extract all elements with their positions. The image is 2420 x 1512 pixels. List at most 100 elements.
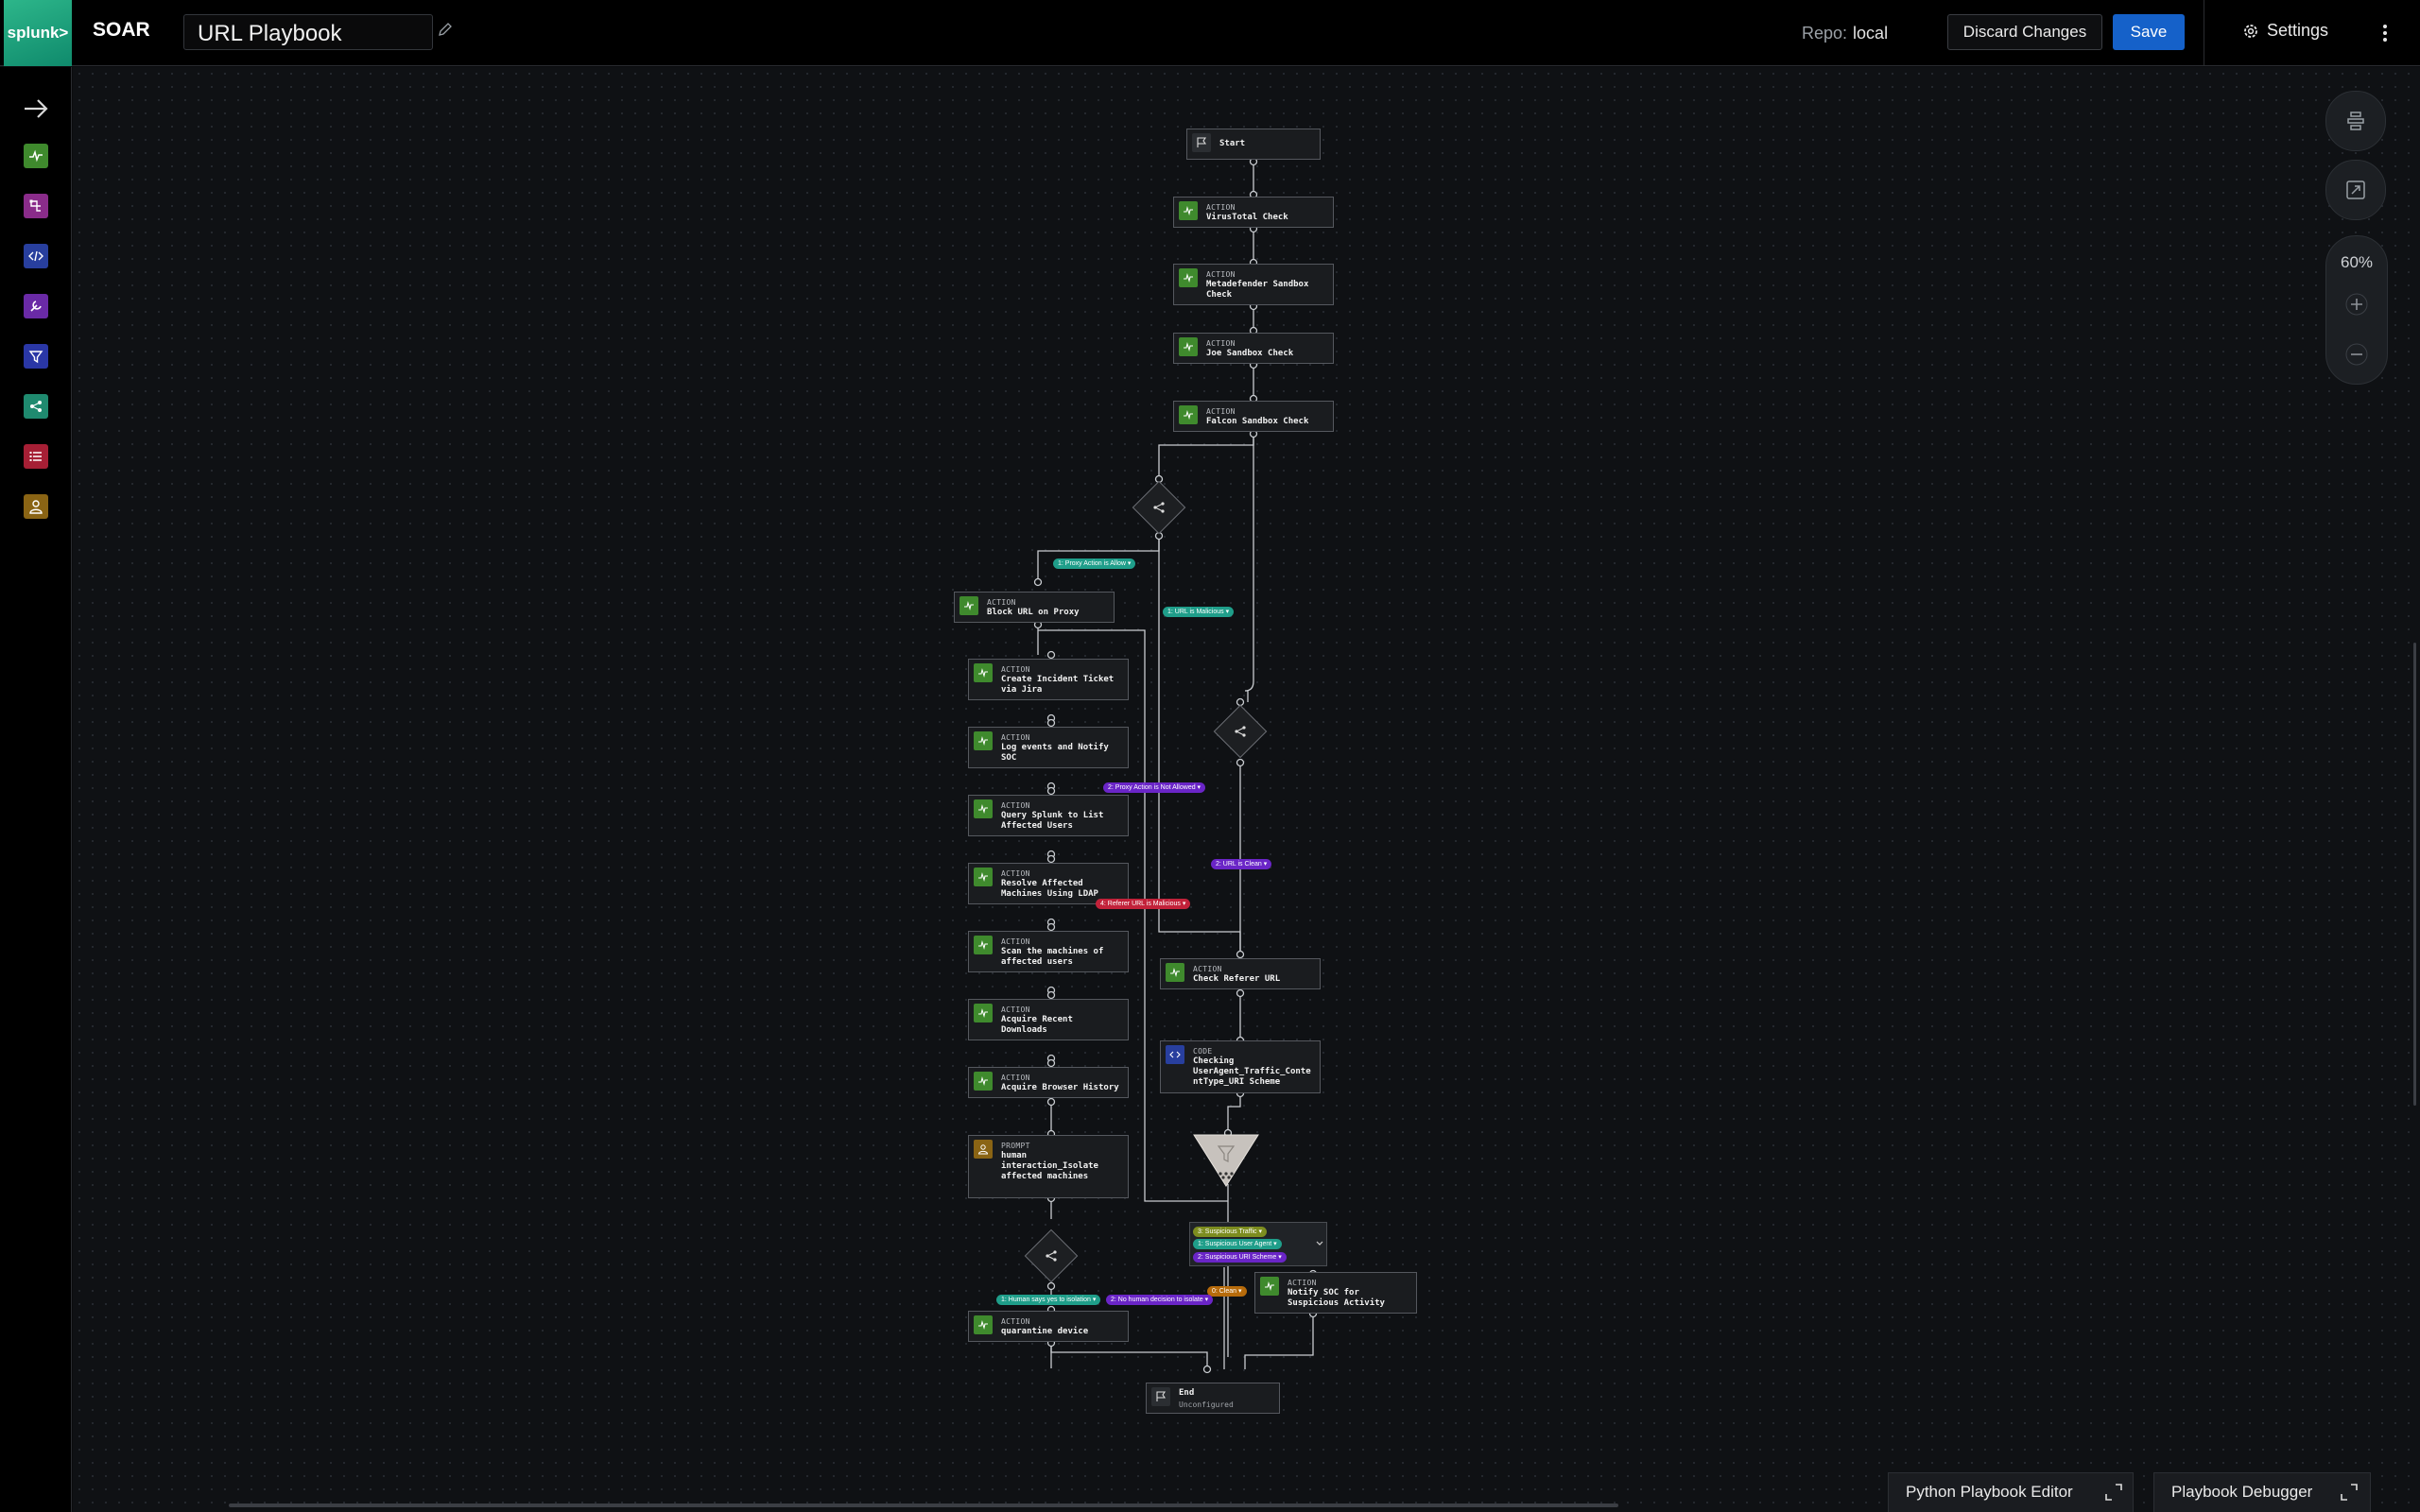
action-node-browser-history[interactable]: ACTION Acquire Browser History <box>968 1067 1129 1098</box>
filter-block-icon[interactable] <box>24 344 48 369</box>
action-icon <box>974 868 993 886</box>
python-editor-tab[interactable]: Python Playbook Editor <box>1888 1472 2134 1512</box>
condition-url-malicious[interactable]: 1: URL is Malicious ▾ <box>1163 607 1235 617</box>
horizontal-scrollbar[interactable] <box>229 1503 1618 1507</box>
zoom-out-icon[interactable] <box>2345 343 2368 366</box>
action-node-query-splunk[interactable]: ACTION Query Splunk to List Affected Use… <box>968 795 1129 836</box>
chevron-down-icon: ▾ <box>1271 1241 1277 1247</box>
action-icon <box>1179 268 1198 287</box>
condition-url-clean[interactable]: 2: URL is Clean ▾ <box>1211 859 1272 869</box>
action-node-quarantine[interactable]: ACTION quarantine device <box>968 1311 1129 1342</box>
expand-icon[interactable] <box>2104 1483 2123 1502</box>
start-label: Start <box>1219 139 1246 148</box>
condition-human-no[interactable]: 2: No human decision to isolate ▾ <box>1106 1295 1214 1305</box>
action-node-check-referer[interactable]: ACTION Check Referer URL <box>1160 958 1321 989</box>
more-options-icon[interactable] <box>2373 19 2397 47</box>
product-name: SOAR <box>93 19 150 41</box>
action-node-falcon-sandbox[interactable]: ACTION Falcon Sandbox Check <box>1173 401 1334 432</box>
save-button[interactable]: Save <box>2113 14 2185 50</box>
zoom-controls: 60% <box>2325 235 2388 385</box>
action-icon <box>959 596 978 615</box>
playbook-debugger-tab[interactable]: Playbook Debugger <box>2153 1472 2371 1512</box>
node-label: Scan the machines of affected users <box>1001 947 1104 967</box>
filter-node[interactable] <box>1192 1133 1260 1188</box>
node-type: ACTION <box>1001 733 1030 742</box>
prompt-block-icon[interactable] <box>24 494 48 519</box>
utility-block-icon[interactable] <box>24 294 48 318</box>
node-label: quarantine device <box>1001 1327 1089 1336</box>
expand-icon[interactable] <box>2340 1483 2359 1502</box>
node-type: ACTION <box>1001 937 1030 946</box>
chevron-down-icon[interactable] <box>1316 1241 1323 1246</box>
condition-suspicious-uri[interactable]: 2: Suspicious URI Scheme ▾ <box>1193 1252 1287 1263</box>
chevron-down-icon: ▾ <box>1276 1254 1282 1261</box>
chevron-down-icon: ▾ <box>1180 901 1186 907</box>
code-icon <box>1166 1045 1184 1064</box>
node-type: ACTION <box>1001 869 1030 878</box>
expand-arrow-icon[interactable] <box>22 96 50 121</box>
condition-suspicious-traffic[interactable]: 3: Suspicious Traffic ▾ <box>1193 1227 1267 1237</box>
condition-proxy-not-allowed[interactable]: 2: Proxy Action is Not Allowed ▾ <box>1103 782 1206 793</box>
action-icon <box>974 663 993 682</box>
node-type: ACTION <box>1001 1005 1030 1014</box>
node-type: ACTION <box>1001 1317 1030 1326</box>
list-block-icon[interactable] <box>24 444 48 469</box>
action-icon <box>1179 201 1198 220</box>
code-node-checking[interactable]: CODE Checking UserAgent_Traffic_Conte nt… <box>1160 1040 1321 1093</box>
action-node-joe-sandbox[interactable]: ACTION Joe Sandbox Check <box>1173 333 1334 364</box>
node-type: ACTION <box>1206 270 1236 279</box>
flag-icon <box>1192 133 1211 152</box>
zoom-in-icon[interactable] <box>2345 293 2368 316</box>
settings-button[interactable]: Settings <box>2242 21 2328 41</box>
action-node-notify-soc[interactable]: ACTION Notify SOC for Suspicious Activit… <box>1254 1272 1417 1314</box>
action-icon <box>974 1004 993 1022</box>
action-node-scan-machines[interactable]: ACTION Scan the machines of affected use… <box>968 931 1129 972</box>
action-node-block-url[interactable]: ACTION Block URL on Proxy <box>954 592 1115 623</box>
fit-screen-icon <box>2346 180 2365 199</box>
format-block-icon[interactable] <box>24 394 48 419</box>
condition-proxy-allow[interactable]: 1: Proxy Action is Allow ▾ <box>1053 558 1136 569</box>
end-node[interactable]: End Unconfigured <box>1146 1383 1280 1414</box>
chevron-down-icon: ▾ <box>1261 861 1268 868</box>
pencil-icon[interactable] <box>437 21 454 38</box>
zoom-level: 60% <box>2340 253 2374 271</box>
condition-suspicious-user-agent[interactable]: 1: Suspicious User Agent ▾ <box>1193 1239 1282 1249</box>
action-node-metadefender[interactable]: ACTION Metadefender Sandbox Check <box>1173 264 1334 305</box>
node-label: Checking UserAgent_Traffic_Conte ntType_… <box>1193 1057 1311 1087</box>
top-bar: splunk> SOAR URL Playbook Repo: local Dis… <box>0 0 2420 66</box>
auto-arrange-button[interactable] <box>2325 91 2386 151</box>
filter-conditions-panel[interactable]: 3: Suspicious Traffic ▾ 1: Suspicious Us… <box>1189 1222 1327 1266</box>
logo-text: splunk> <box>7 24 69 42</box>
splunk-logo[interactable]: splunk> <box>4 0 72 66</box>
action-block-icon[interactable] <box>24 144 48 168</box>
vertical-scrollbar[interactable] <box>2413 643 2416 1106</box>
action-node-create-jira[interactable]: ACTION Create Incident Ticket via Jira <box>968 659 1129 700</box>
action-node-recent-downloads[interactable]: ACTION Acquire Recent Downloads <box>968 999 1129 1040</box>
node-label: Resolve Affected Machines Using LDAP <box>1001 879 1098 899</box>
node-type: ACTION <box>987 598 1016 607</box>
condition-clean[interactable]: 0: Clean ▾ <box>1207 1286 1247 1297</box>
condition-referer-malicious[interactable]: 4: Referer URL is Malicious ▾ <box>1096 899 1191 909</box>
prompt-node-isolate[interactable]: PROMPT human interaction_Isolate affecte… <box>968 1135 1129 1198</box>
node-type: ACTION <box>1206 203 1236 212</box>
repo-indicator: Repo: local <box>1802 24 1888 43</box>
arrange-icon <box>2347 112 2364 130</box>
node-label: Joe Sandbox Check <box>1206 349 1294 358</box>
code-block-icon[interactable] <box>24 244 48 268</box>
node-label: Falcon Sandbox Check <box>1206 417 1309 426</box>
node-type: ACTION <box>1206 407 1236 416</box>
discard-changes-button[interactable]: Discard Changes <box>1947 14 2102 50</box>
action-node-log-events[interactable]: ACTION Log events and Notify SOC <box>968 727 1129 768</box>
decision-block-icon[interactable] <box>24 194 48 218</box>
chevron-down-icon: ▾ <box>1223 609 1230 615</box>
playbook-title-input[interactable]: URL Playbook <box>183 14 433 50</box>
node-label: Create Incident Ticket via Jira <box>1001 675 1115 695</box>
fit-to-screen-button[interactable] <box>2325 160 2386 220</box>
node-label: VirusTotal Check <box>1206 213 1288 222</box>
action-node-virustotal[interactable]: ACTION VirusTotal Check <box>1173 197 1334 228</box>
node-label: Acquire Recent Downloads <box>1001 1015 1073 1035</box>
playbook-canvas[interactable]: Start ACTION VirusTotal Check ACTION Met… <box>73 67 2420 1512</box>
node-type: CODE <box>1193 1047 1213 1056</box>
start-node[interactable]: Start <box>1186 129 1321 160</box>
condition-human-yes[interactable]: 1: Human says yes to isolation ▾ <box>996 1295 1101 1305</box>
